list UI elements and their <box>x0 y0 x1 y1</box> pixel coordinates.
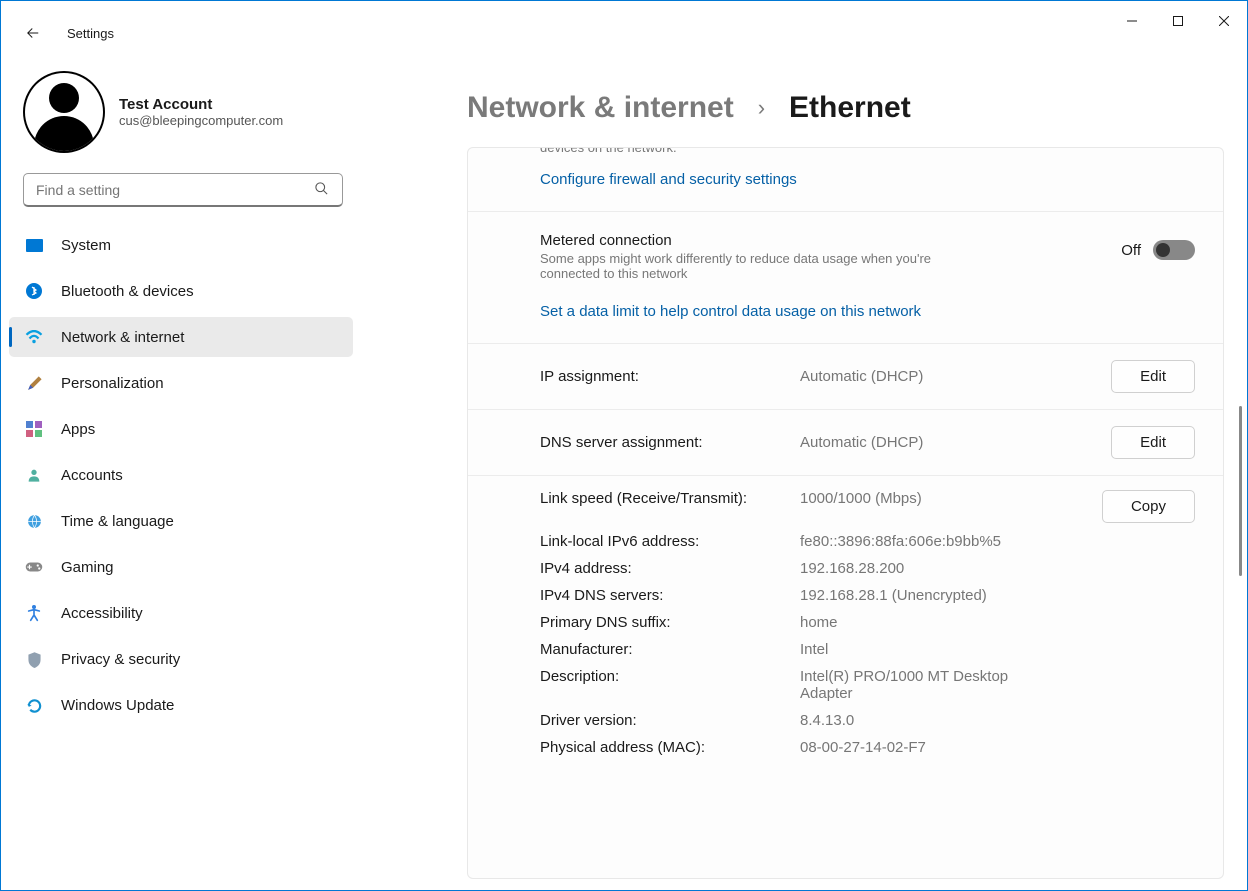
main-content: Network & internet › Ethernet devices on… <box>357 41 1247 890</box>
detail-label: Manufacturer: <box>540 641 800 658</box>
accessibility-icon <box>25 604 43 622</box>
sidebar-item-label: Accounts <box>61 467 123 484</box>
network-details: Link speed (Receive/Transmit):1000/1000 … <box>468 476 1223 772</box>
detail-label: Link-local IPv6 address: <box>540 533 800 550</box>
sidebar-item-update[interactable]: Windows Update <box>9 685 353 725</box>
avatar <box>23 71 105 153</box>
sidebar: Test Account cus@bleepingcomputer.com Sy… <box>1 41 357 890</box>
detail-label: IPv4 address: <box>540 560 800 577</box>
detail-value: 1000/1000 (Mbps) <box>800 490 1030 507</box>
sidebar-item-label: Bluetooth & devices <box>61 283 194 300</box>
metered-desc: Some apps might work differently to redu… <box>540 251 940 281</box>
detail-value: home <box>800 614 1030 631</box>
paintbrush-icon <box>25 374 43 392</box>
sidebar-item-label: Privacy & security <box>61 651 180 668</box>
sidebar-item-label: Windows Update <box>61 697 174 714</box>
edit-dns-button[interactable]: Edit <box>1111 426 1195 459</box>
detail-label: Link speed (Receive/Transmit): <box>540 490 800 507</box>
metered-toggle[interactable] <box>1153 240 1195 260</box>
detail-value: Intel <box>800 641 1030 658</box>
copy-button[interactable]: Copy <box>1102 490 1195 523</box>
data-limit-link[interactable]: Set a data limit to help control data us… <box>540 303 921 320</box>
sidebar-item-label: Gaming <box>61 559 114 576</box>
detail-label: Primary DNS suffix: <box>540 614 800 631</box>
maximize-button[interactable] <box>1155 1 1201 41</box>
dns-assignment-label: DNS server assignment: <box>540 434 800 451</box>
wifi-icon <box>25 328 43 346</box>
sidebar-item-label: System <box>61 237 111 254</box>
sidebar-item-privacy[interactable]: Privacy & security <box>9 639 353 679</box>
back-button[interactable] <box>23 23 43 43</box>
sidebar-item-accounts[interactable]: Accounts <box>9 455 353 495</box>
toggle-state-label: Off <box>1121 242 1141 259</box>
breadcrumb-parent[interactable]: Network & internet <box>467 91 734 125</box>
close-button[interactable] <box>1201 1 1247 41</box>
gamepad-icon <box>25 558 43 576</box>
sidebar-item-time[interactable]: Time & language <box>9 501 353 541</box>
chevron-right-icon: › <box>758 95 765 121</box>
detail-label: IPv4 DNS servers: <box>540 587 800 604</box>
detail-label: Description: <box>540 668 800 685</box>
sidebar-item-gaming[interactable]: Gaming <box>9 547 353 587</box>
scrollbar[interactable] <box>1234 196 1246 890</box>
metered-title: Metered connection <box>540 232 1091 249</box>
dns-assignment-value: Automatic (DHCP) <box>800 434 1111 451</box>
minimize-button[interactable] <box>1109 1 1155 41</box>
ip-assignment-label: IP assignment: <box>540 368 800 385</box>
firewall-settings-link[interactable]: Configure firewall and security settings <box>540 171 797 188</box>
sidebar-item-label: Accessibility <box>61 605 143 622</box>
bluetooth-icon <box>25 282 43 300</box>
settings-panel: devices on the network. Configure firewa… <box>467 147 1224 879</box>
globe-clock-icon <box>25 512 43 530</box>
detail-value: 08-00-27-14-02-F7 <box>800 739 1030 756</box>
breadcrumb-current: Ethernet <box>789 91 911 125</box>
update-icon <box>25 696 43 714</box>
section-desc-partial: devices on the network. <box>540 147 1195 155</box>
breadcrumb: Network & internet › Ethernet <box>467 91 1217 125</box>
sidebar-item-label: Personalization <box>61 375 164 392</box>
sidebar-item-system[interactable]: System <box>9 225 353 265</box>
sidebar-item-label: Network & internet <box>61 329 184 346</box>
search-icon <box>314 181 329 199</box>
window-title: Settings <box>67 26 114 41</box>
ip-assignment-value: Automatic (DHCP) <box>800 368 1111 385</box>
detail-value: 192.168.28.1 (Unencrypted) <box>800 587 1030 604</box>
detail-value: 8.4.13.0 <box>800 712 1030 729</box>
sidebar-item-apps[interactable]: Apps <box>9 409 353 449</box>
sidebar-item-personalization[interactable]: Personalization <box>9 363 353 403</box>
titlebar: Settings <box>1 1 1247 41</box>
detail-value: Intel(R) PRO/1000 MT Desktop Adapter <box>800 668 1030 702</box>
profile-block[interactable]: Test Account cus@bleepingcomputer.com <box>9 61 357 173</box>
search-input[interactable] <box>23 173 343 207</box>
profile-email: cus@bleepingcomputer.com <box>119 113 283 128</box>
sidebar-item-label: Time & language <box>61 513 174 530</box>
sidebar-item-label: Apps <box>61 421 95 438</box>
edit-ip-button[interactable]: Edit <box>1111 360 1195 393</box>
sidebar-item-accessibility[interactable]: Accessibility <box>9 593 353 633</box>
apps-icon <box>25 420 43 438</box>
person-icon <box>25 466 43 484</box>
shield-icon <box>25 650 43 668</box>
sidebar-item-network[interactable]: Network & internet <box>9 317 353 357</box>
profile-name: Test Account <box>119 96 283 113</box>
detail-label: Driver version: <box>540 712 800 729</box>
detail-value: 192.168.28.200 <box>800 560 1030 577</box>
detail-label: Physical address (MAC): <box>540 739 800 756</box>
detail-value: fe80::3896:88fa:606e:b9bb%5 <box>800 533 1030 550</box>
sidebar-item-bluetooth[interactable]: Bluetooth & devices <box>9 271 353 311</box>
system-icon <box>25 236 43 254</box>
